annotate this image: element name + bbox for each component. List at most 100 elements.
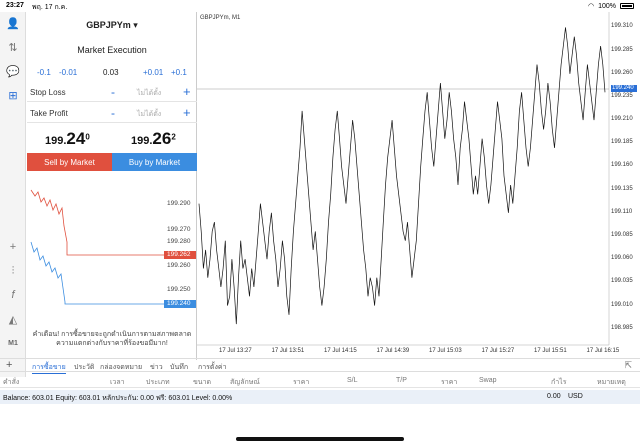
col-profit: กำไร — [551, 379, 567, 386]
execution-mode[interactable]: Market Execution — [27, 45, 197, 55]
indicator-icon[interactable]: f — [5, 288, 21, 302]
trade-arrows-icon[interactable]: ⇅ — [5, 40, 21, 54]
mini-tick: 199.280 — [167, 238, 191, 245]
lot-value[interactable]: 0.03 — [103, 68, 119, 77]
take-profit-minus-button[interactable]: - — [111, 106, 115, 120]
balance-currency: USD — [568, 393, 583, 400]
y-tick-label: 199.110 — [611, 208, 633, 215]
new-order-icon[interactable]: ⊞ — [5, 88, 21, 102]
stop-loss-plus-button[interactable]: + — [183, 84, 191, 99]
battery-icon — [620, 3, 634, 9]
ask-tick-line — [30, 189, 164, 256]
mini-tick: 199.250 — [167, 286, 191, 293]
terminal-tabs: + การซื้อขาย ประวัติ กล่องจดหมาย ข่าว บั… — [0, 358, 640, 374]
y-tick-label: 199.260 — [611, 69, 633, 76]
take-profit-value[interactable]: ไม่ได้ตั้ง — [137, 109, 161, 120]
ask-main: 199. — [131, 135, 153, 147]
tab-news[interactable]: ข่าว — [150, 362, 163, 373]
sell-button[interactable]: Sell by Market — [27, 153, 112, 171]
bid-tag: 199.240 — [164, 300, 196, 308]
price-warning: คำเตือน! การซื้อขายจะถูกดำเนินการตามสภาพ… — [27, 330, 197, 348]
order-panel: GBPJPYm ▾ Market Execution -0.1 -0.01 0.… — [27, 12, 197, 360]
y-tick-label: 198.985 — [611, 324, 633, 331]
lot-selector: -0.1 -0.01 0.03 +0.01 +0.1 — [27, 66, 197, 82]
take-profit-plus-button[interactable]: + — [183, 105, 191, 120]
balance-profit: 0.00 — [547, 393, 561, 400]
candles-icon[interactable]: ⫶ — [5, 264, 21, 278]
col-time: เวลา — [110, 379, 125, 386]
lot-minus-0.1-button[interactable]: -0.1 — [37, 68, 51, 77]
tab-mailbox[interactable]: กล่องจดหมาย — [100, 362, 142, 373]
y-tick-label: 199.235 — [611, 92, 633, 99]
col-price-current: ราคา — [441, 379, 458, 386]
lot-minus-0.01-button[interactable]: -0.01 — [59, 68, 77, 77]
bid-price: 199.240 — [45, 129, 90, 149]
chevron-down-icon: ▾ — [133, 20, 138, 30]
tab-history[interactable]: ประวัติ — [74, 362, 94, 373]
take-profit-label: Take Profit — [30, 109, 68, 118]
ask-big: 26 — [152, 129, 172, 148]
x-tick-label: 17 Jul 15:51 — [534, 348, 567, 354]
mini-tick: 199.260 — [167, 262, 191, 269]
tick-chart: 199.290 199.270 199.280 199.260 199.250 … — [27, 182, 197, 312]
col-symbol: สัญลักษณ์ — [230, 379, 260, 386]
symbol-name: GBPJPYm — [86, 20, 131, 30]
price-series-line — [198, 27, 606, 325]
objects-icon[interactable]: ◭ — [5, 312, 21, 326]
crosshair-icon[interactable]: + — [5, 240, 21, 254]
balance-row: Balance: 603.01 Equity: 603.01 หลักประกั… — [0, 390, 640, 404]
bid-sup: 0 — [85, 132, 90, 142]
warning-line-2: ความแตกต่างกับราคาที่ร้องขอมีมาก! — [56, 340, 168, 347]
y-tick-label: 199.185 — [611, 139, 633, 146]
status-time: 23:27 — [6, 2, 24, 9]
y-tick-label: 199.285 — [611, 46, 633, 53]
prices: 199.240 199.262 — [27, 125, 197, 153]
stop-loss-minus-button[interactable]: - — [111, 85, 115, 99]
symbol-selector[interactable]: GBPJPYm ▾ — [27, 20, 197, 31]
col-sl: S/L — [347, 377, 358, 384]
col-size: ขนาด — [193, 379, 212, 386]
col-type: ประเภท — [146, 379, 170, 386]
warning-line-1: คำเตือน! การซื้อขายจะถูกดำเนินการตามสภาพ… — [32, 331, 192, 338]
buy-button[interactable]: Buy by Market — [112, 153, 197, 171]
chat-icon[interactable]: 💬 — [5, 64, 21, 78]
orders-table-header: คำสั่ง เวลา ประเภท ขนาด สัญลักษณ์ ราคา S… — [0, 374, 640, 388]
x-tick-label: 17 Jul 13:51 — [271, 348, 305, 354]
col-swap: Swap — [479, 377, 497, 384]
tab-settings[interactable]: การตั้งค่า — [198, 362, 227, 373]
bid-tick-line — [30, 241, 164, 305]
tab-journal[interactable]: บันทึก — [170, 362, 188, 373]
y-tick-label: 199.010 — [611, 301, 633, 308]
stop-loss-row: Stop Loss - ไม่ได้ตั้ง + — [27, 84, 197, 102]
stop-loss-label: Stop Loss — [30, 88, 66, 97]
col-price: ราคา — [293, 379, 310, 386]
x-tick-label: 17 Jul 15:27 — [481, 348, 515, 354]
ask-sup: 2 — [171, 132, 176, 142]
add-icon[interactable]: + — [6, 359, 12, 371]
home-indicator — [236, 437, 404, 441]
ask-price: 199.262 — [131, 129, 176, 149]
wifi-icon: ◠ — [587, 3, 595, 10]
price-chart[interactable]: GBPJPYm, M1 199.310 199.285 199.260 199.235… — [197, 12, 640, 357]
status-right: ◠ 100% — [588, 2, 634, 10]
y-tick-label: 199.210 — [611, 116, 633, 123]
mini-tick: 199.270 — [167, 226, 191, 233]
x-tick-label: 17 Jul 14:15 — [324, 348, 357, 354]
current-price-tag: 199.240 — [611, 85, 637, 92]
left-toolbar: 👤 ⇅ 💬 ⊞ + ⫶ f ◭ M1 — [0, 12, 26, 377]
lot-plus-0.01-button[interactable]: +0.01 — [143, 68, 163, 77]
ask-tag: 199.262 — [164, 251, 196, 259]
expand-icon[interactable]: ⇱ — [624, 360, 632, 371]
y-tick-label: 199.060 — [611, 255, 633, 262]
y-tick-label: 199.135 — [611, 185, 633, 192]
x-tick-label: 17 Jul 15:03 — [429, 348, 462, 354]
col-comment: หมายเหตุ — [597, 379, 626, 386]
account-icon[interactable]: 👤 — [5, 16, 21, 30]
lot-plus-0.1-button[interactable]: +0.1 — [171, 68, 187, 77]
tab-trade[interactable]: การซื้อขาย — [32, 362, 66, 374]
balance-summary: Balance: 603.01 Equity: 603.01 หลักประกั… — [3, 395, 233, 402]
stop-loss-value[interactable]: ไม่ได้ตั้ง — [137, 88, 161, 99]
timeframe-m1[interactable]: M1 — [5, 336, 21, 350]
x-tick-label: 17 Jul 16:15 — [586, 348, 620, 354]
battery-percent: 100% — [598, 2, 616, 10]
